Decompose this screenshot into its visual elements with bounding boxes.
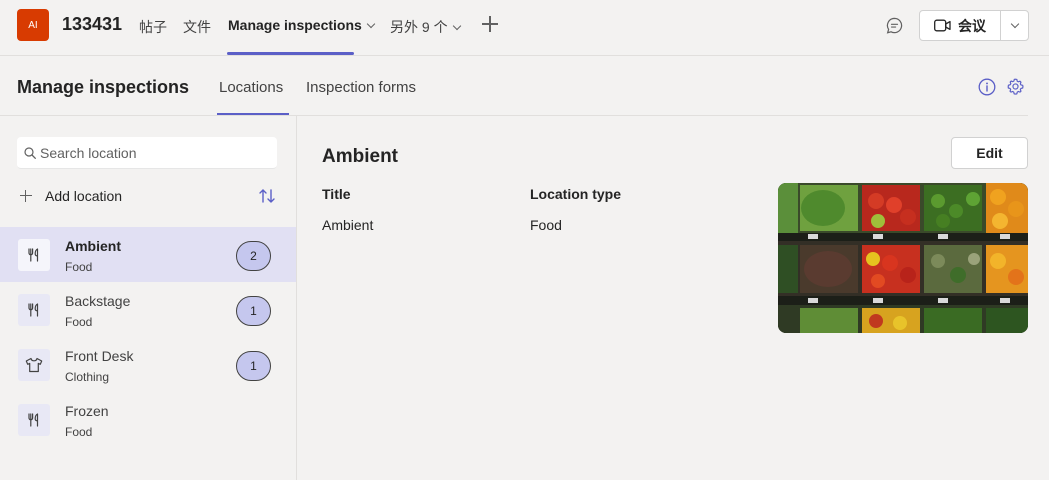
chat-icon[interactable] bbox=[885, 16, 904, 35]
chevron-down-icon bbox=[1010, 19, 1020, 28]
meet-button[interactable]: 会议 bbox=[920, 11, 1000, 40]
title-field-value: Ambient bbox=[322, 217, 374, 233]
location-type: Food bbox=[65, 315, 93, 329]
meet-options-button[interactable] bbox=[1001, 11, 1029, 40]
tab-manage-inspections-label: Manage inspections bbox=[228, 17, 362, 33]
search-input[interactable] bbox=[40, 137, 270, 169]
location-type-field-label: Location type bbox=[530, 186, 622, 202]
fork-knife-icon bbox=[18, 404, 50, 436]
location-item-front-desk[interactable]: Front Desk Clothing 1 bbox=[0, 337, 296, 392]
location-name: Backstage bbox=[65, 293, 131, 309]
sort-icon[interactable] bbox=[258, 187, 276, 205]
tab-more[interactable]: 另外 9 个 bbox=[390, 17, 461, 37]
add-location-button[interactable]: Add location bbox=[20, 186, 122, 206]
search-box bbox=[17, 137, 277, 169]
location-type: Clothing bbox=[65, 370, 110, 384]
shirt-icon bbox=[18, 349, 50, 381]
channel-header: AI 133431 帖子 文件 Manage inspections 另外 9 … bbox=[0, 0, 1049, 56]
gear-icon[interactable] bbox=[1006, 77, 1025, 96]
meet-button-group: 会议 bbox=[919, 10, 1029, 41]
active-tab-indicator bbox=[227, 52, 354, 55]
team-name: 133431 bbox=[62, 14, 123, 34]
location-photo bbox=[778, 183, 1028, 333]
tab-inspection-forms[interactable]: Inspection forms bbox=[306, 79, 416, 96]
fork-knife-icon bbox=[18, 239, 50, 271]
tab-posts[interactable]: 帖子 bbox=[139, 17, 167, 37]
tab-more-label: 另外 9 个 bbox=[390, 19, 448, 35]
location-list: Ambient Food 2 Backstage Food 1 Front De… bbox=[0, 227, 296, 447]
produce-shelf-image bbox=[778, 183, 1028, 333]
inspection-count-badge: 1 bbox=[236, 296, 271, 326]
location-item-frozen[interactable]: Frozen Food bbox=[0, 392, 296, 447]
location-item-backstage[interactable]: Backstage Food 1 bbox=[0, 282, 296, 337]
tab-locations[interactable]: Locations bbox=[219, 79, 283, 96]
page-title: Manage inspections bbox=[17, 77, 190, 97]
add-location-label: Add location bbox=[45, 188, 123, 204]
location-name: Frozen bbox=[65, 403, 109, 419]
inspection-count-badge: 1 bbox=[236, 351, 271, 381]
location-name: Front Desk bbox=[65, 348, 134, 364]
fork-knife-icon bbox=[18, 294, 50, 326]
location-name: Ambient bbox=[65, 238, 121, 254]
inspection-count-badge: 2 bbox=[236, 241, 271, 271]
search-icon bbox=[24, 147, 36, 159]
location-detail-title: Ambient bbox=[322, 146, 398, 167]
video-camera-icon bbox=[934, 19, 951, 32]
location-type: Food bbox=[65, 425, 93, 439]
locations-sidebar: Add location Ambient Food 2 bbox=[0, 116, 297, 480]
location-type-field-value: Food bbox=[530, 217, 562, 233]
title-field-label: Title bbox=[322, 186, 351, 202]
team-avatar[interactable]: AI bbox=[17, 9, 49, 41]
plus-icon bbox=[20, 190, 32, 202]
add-tab-icon[interactable] bbox=[481, 15, 499, 33]
tab-files[interactable]: 文件 bbox=[183, 17, 211, 37]
chevron-down-icon bbox=[452, 21, 461, 31]
location-item-ambient[interactable]: Ambient Food 2 bbox=[0, 227, 296, 282]
edit-button[interactable]: Edit bbox=[951, 137, 1028, 169]
tab-manage-inspections[interactable]: Manage inspections bbox=[228, 17, 376, 33]
location-type: Food bbox=[65, 260, 93, 274]
info-icon[interactable] bbox=[978, 78, 996, 96]
chevron-down-icon bbox=[366, 19, 376, 29]
meet-button-label: 会议 bbox=[958, 17, 986, 34]
